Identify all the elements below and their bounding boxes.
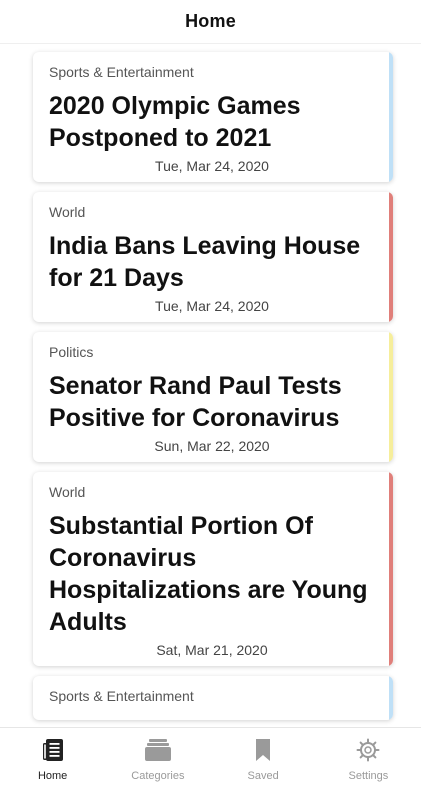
- category-accent-bar: [389, 332, 393, 462]
- navigation-bar: Home: [0, 0, 421, 44]
- article-category: World: [49, 204, 86, 220]
- tab-label: Home: [37, 770, 68, 782]
- tab-label: Settings: [348, 770, 389, 782]
- tab-bar: Home Categories Saved Settings: [0, 727, 421, 800]
- article-date: Sat, Mar 21, 2020: [156, 642, 268, 658]
- article-title: 2020 Olympic Games Postponed to 2021: [49, 92, 301, 152]
- folder-stack-icon: [144, 736, 172, 764]
- bookmark-icon: [254, 736, 272, 764]
- article-date: Sun, Mar 22, 2020: [154, 438, 270, 454]
- article-feed[interactable]: Sports & Entertainment 2020 Olympic Game…: [0, 44, 421, 727]
- article-category: Sports & Entertainment: [49, 688, 194, 704]
- article-card[interactable]: Politics Senator Rand Paul Tests Positiv…: [33, 332, 393, 462]
- article-title: India Bans Leaving House for 21 Days: [49, 232, 361, 292]
- category-accent-bar: [389, 192, 393, 322]
- category-accent-bar: [389, 52, 393, 182]
- article-date: Tue, Mar 24, 2020: [155, 298, 269, 314]
- tab-settings[interactable]: Settings: [318, 736, 418, 782]
- page-title: Home: [185, 11, 236, 31]
- tab-saved[interactable]: Saved: [213, 736, 313, 782]
- article-category: Sports & Entertainment: [49, 64, 194, 80]
- category-accent-bar: [389, 472, 393, 666]
- article-card[interactable]: World Substantial Portion Of Coronavirus…: [33, 472, 393, 666]
- category-accent-bar: [389, 676, 393, 720]
- article-card[interactable]: Sports & Entertainment: [33, 676, 393, 720]
- article-category: Politics: [49, 344, 94, 360]
- article-card[interactable]: World India Bans Leaving House for 21 Da…: [33, 192, 393, 322]
- tab-label: Saved: [247, 770, 279, 782]
- tab-home[interactable]: Home: [3, 736, 103, 782]
- app: Home Sports & Entertainment 2020 Olympic…: [0, 0, 421, 800]
- tab-label: Categories: [131, 770, 185, 782]
- gear-icon: [356, 736, 380, 764]
- article-title: Senator Rand Paul Tests Positive for Cor…: [49, 372, 342, 432]
- tab-categories[interactable]: Categories: [108, 736, 208, 782]
- newspaper-icon: [42, 736, 64, 764]
- article-date: Tue, Mar 24, 2020: [155, 158, 269, 174]
- article-card[interactable]: Sports & Entertainment 2020 Olympic Game…: [33, 52, 393, 182]
- article-category: World: [49, 484, 86, 500]
- article-title: Substantial Portion Of Coronavirus Hospi…: [49, 512, 368, 636]
